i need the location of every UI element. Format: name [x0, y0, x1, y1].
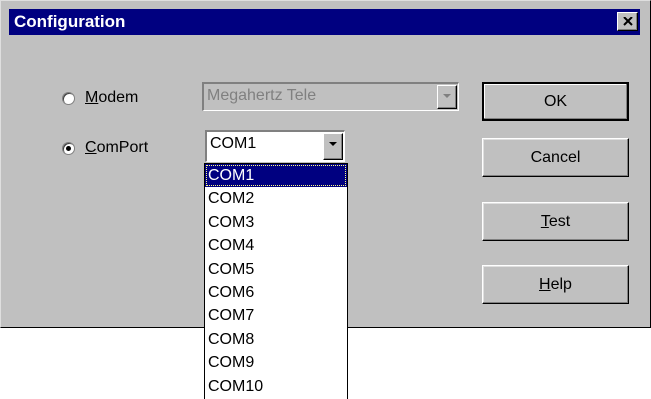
list-item[interactable]: COM10: [205, 375, 347, 398]
modem-select-button: [437, 85, 457, 109]
list-item[interactable]: COM1: [205, 164, 347, 188]
modem-radio[interactable]: [62, 91, 75, 105]
radio-dot: [66, 145, 71, 151]
comport-label: ComPort: [85, 139, 149, 156]
list-item[interactable]: COM3: [205, 211, 347, 234]
comport-option[interactable]: ComPort: [62, 139, 148, 157]
ok-button[interactable]: OK: [482, 82, 629, 121]
list-item[interactable]: COM6: [205, 281, 347, 304]
chevron-down-icon: [443, 94, 451, 98]
modem-option[interactable]: Modem: [62, 89, 138, 107]
list-item[interactable]: COM9: [205, 351, 347, 374]
list-item[interactable]: COM7: [205, 304, 347, 327]
modem-label: Modem: [85, 89, 139, 106]
help-button[interactable]: Help: [482, 265, 629, 304]
window-title: Configuration: [14, 12, 126, 31]
modem-select-value: Megahertz Tele: [207, 87, 317, 104]
list-item[interactable]: COM2: [205, 187, 347, 210]
cancel-button[interactable]: Cancel: [482, 138, 629, 177]
comport-radio[interactable]: [62, 141, 75, 155]
close-icon: [623, 17, 633, 26]
list-item[interactable]: COM4: [205, 234, 347, 257]
comport-dropdown-list[interactable]: COM1 COM2 COM3 COM4 COM5 COM6 COM7 COM8 …: [204, 163, 348, 399]
chevron-down-icon: [329, 142, 337, 146]
comport-select-button[interactable]: [323, 133, 343, 160]
test-button[interactable]: Test: [482, 202, 629, 241]
close-button[interactable]: [617, 12, 638, 31]
title-bar[interactable]: Configuration: [9, 9, 640, 35]
comport-select[interactable]: COM1: [205, 130, 345, 162]
comport-select-value: COM1: [210, 135, 257, 152]
list-item[interactable]: COM5: [205, 258, 347, 281]
modem-select: Megahertz Tele: [202, 82, 459, 111]
list-item[interactable]: COM8: [205, 328, 347, 351]
